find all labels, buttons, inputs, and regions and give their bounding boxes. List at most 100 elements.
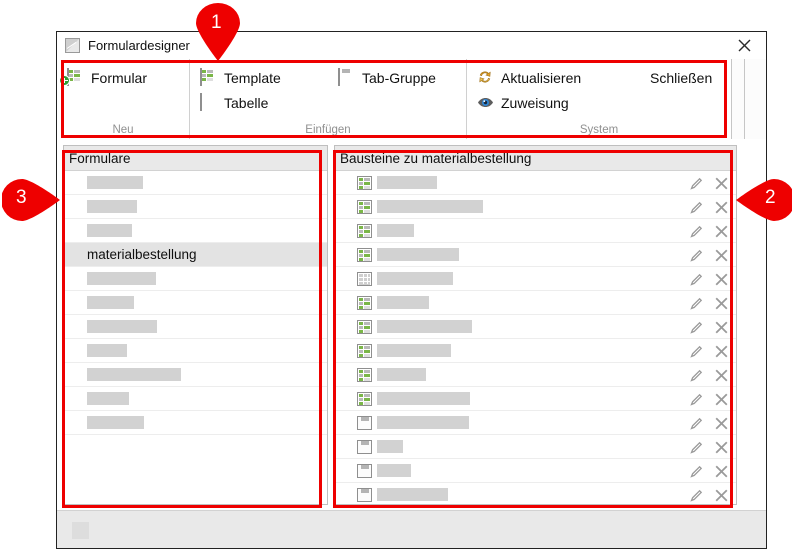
ribbon-button-formular[interactable]: Formular [59,65,157,90]
formulare-list-item[interactable] [64,411,327,435]
pencil-icon[interactable] [689,248,704,263]
close-icon[interactable] [722,32,766,59]
formulare-list-item[interactable] [64,267,327,291]
bausteine-list-item[interactable] [335,435,736,459]
bausteine-list-item[interactable] [335,171,736,195]
redacted-label [87,344,127,357]
ribbon-group-einfuegen: Template Tab-Gruppe Tabelle Einfügen [190,59,467,139]
bausteine-list-item[interactable] [335,267,736,291]
bausteine-list-item[interactable] [335,459,736,483]
pencil-icon[interactable] [689,440,704,455]
bausteine-list-item[interactable] [335,411,736,435]
close-x-icon[interactable] [714,224,729,239]
pencil-icon[interactable] [689,416,704,431]
template-grid-icon [357,175,372,190]
redacted-label [377,416,469,429]
template-grid-icon [357,343,372,358]
pencil-icon[interactable] [689,320,704,335]
ribbon-button-aktualisieren[interactable]: Aktualisieren [473,65,622,90]
ribbon-label-formular: Formular [91,69,148,86]
pencil-icon[interactable] [689,296,704,311]
pencil-icon[interactable] [689,176,704,191]
formulare-list-item[interactable] [64,363,327,387]
bausteine-list-item[interactable] [335,387,736,411]
formulare-list[interactable]: materialbestellung [64,171,327,435]
redacted-label [377,176,437,189]
redacted-label [377,296,429,309]
formulare-list-item[interactable] [64,195,327,219]
pencil-icon[interactable] [689,224,704,239]
formulare-list-item[interactable] [64,339,327,363]
ribbon-button-tab-gruppe[interactable]: Tab-Gruppe [334,65,446,90]
status-chip[interactable] [72,522,89,539]
ribbon-group-label-einfuegen: Einfügen [305,124,351,136]
ribbon-button-schliessen[interactable]: Schließen [622,65,722,90]
formulare-list-item[interactable] [64,171,327,195]
status-bar [57,510,766,548]
ribbon-group-neu: Formular Neu [57,59,190,139]
close-x-icon[interactable] [714,464,729,479]
bausteine-list[interactable] [335,171,736,504]
bausteine-list-item[interactable] [335,315,736,339]
close-x-icon[interactable] [714,440,729,455]
formulare-list-item[interactable] [64,219,327,243]
ribbon-label-tabelle: Tabelle [224,94,269,111]
redacted-label [377,200,483,213]
tab-group-icon [357,415,372,430]
redacted-label [377,440,403,453]
redacted-label [87,224,132,237]
close-x-icon[interactable] [714,488,729,503]
window-titlebar: Formulardesigner [57,32,766,59]
redacted-label [87,176,143,189]
formulare-list-item[interactable] [64,315,327,339]
bausteine-list-item[interactable] [335,363,736,387]
formulare-item-label: materialbestellung [87,247,197,262]
formulare-list-item[interactable] [64,387,327,411]
bausteine-list-item[interactable] [335,195,736,219]
ribbon-button-tabelle[interactable]: Tabelle [196,90,334,115]
close-x-icon[interactable] [714,416,729,431]
pencil-icon[interactable] [689,464,704,479]
close-x-icon[interactable] [714,368,729,383]
template-grid-icon [357,247,372,262]
row-actions [689,219,729,243]
redacted-label [87,296,134,309]
row-actions [689,411,729,435]
pencil-icon[interactable] [689,272,704,287]
redacted-label [377,248,459,261]
close-x-icon[interactable] [714,200,729,215]
template-grid-icon [357,223,372,238]
table-grid-icon [357,271,372,286]
ribbon-group-system: Aktualisieren Schließen Zuweisung System [467,59,731,139]
bausteine-list-item[interactable] [335,483,736,504]
close-x-icon[interactable] [714,272,729,287]
bausteine-list-item[interactable] [335,243,736,267]
bausteine-list-item[interactable] [335,291,736,315]
close-x-icon[interactable] [714,344,729,359]
bausteine-list-item[interactable] [335,219,736,243]
redacted-label [87,320,157,333]
pencil-icon[interactable] [689,368,704,383]
tab-group-icon [357,463,372,478]
pencil-icon[interactable] [689,392,704,407]
formulare-list-item[interactable] [64,291,327,315]
row-actions [689,315,729,339]
close-x-icon[interactable] [714,320,729,335]
redacted-label [377,272,453,285]
close-x-icon[interactable] [714,296,729,311]
bausteine-list-item[interactable] [335,339,736,363]
row-actions [689,267,729,291]
pencil-icon[interactable] [689,344,704,359]
redacted-label [87,392,129,405]
redacted-label [87,416,144,429]
pencil-icon[interactable] [689,200,704,215]
ribbon-label-schliessen: Schließen [650,69,713,86]
ribbon-button-zuweisung[interactable]: Zuweisung [473,90,622,115]
pencil-icon[interactable] [689,488,704,503]
table-grid-icon [200,93,217,111]
ribbon-button-template[interactable]: Template [196,65,334,90]
close-x-icon[interactable] [714,248,729,263]
close-x-icon[interactable] [714,176,729,191]
formulare-list-item[interactable]: materialbestellung [64,243,327,267]
close-x-icon[interactable] [714,392,729,407]
